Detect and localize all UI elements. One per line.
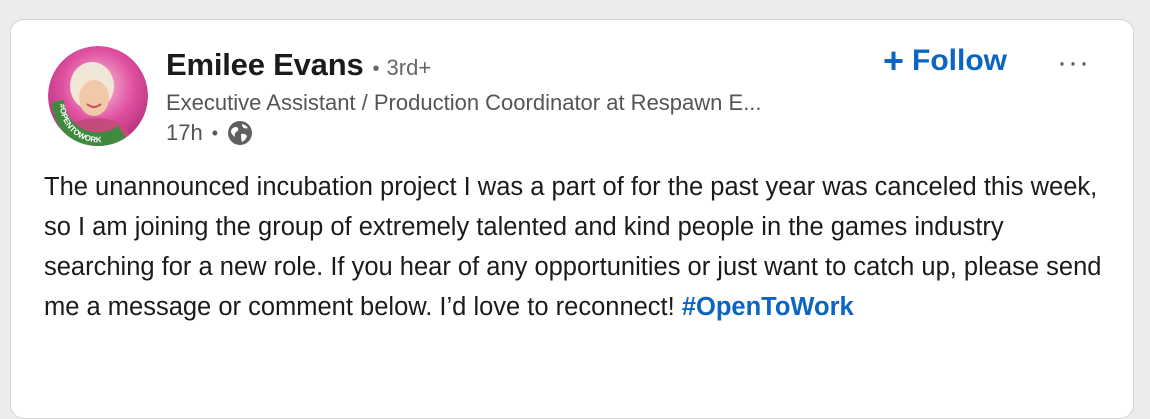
post-body: The unannounced incubation project I was… [44, 167, 1104, 327]
globe-icon [226, 119, 254, 147]
follow-label: Follow [912, 44, 1008, 77]
post-card: #OPENTOWORK Emilee Evans • 3rd+ Executiv… [10, 19, 1134, 419]
author-name[interactable]: Emilee Evans [166, 47, 364, 83]
connection-degree: 3rd+ [386, 55, 432, 80]
avatar-image: #OPENTOWORK [48, 46, 148, 146]
author-headline[interactable]: Executive Assistant / Production Coordin… [166, 90, 762, 116]
follow-button[interactable]: + Follow [883, 43, 1007, 79]
separator-dot: • [211, 122, 219, 143]
hashtag-link[interactable]: #OpenToWork [682, 293, 854, 321]
separator-dot: • [372, 58, 380, 80]
post-meta: 17h • [166, 119, 254, 147]
post-time: 17h [166, 120, 203, 145]
author-avatar[interactable]: #OPENTOWORK [48, 46, 148, 146]
more-options-icon[interactable]: ··· [1057, 46, 1090, 80]
plus-icon: + [883, 40, 905, 81]
post-text: The unannounced incubation project I was… [44, 173, 1102, 321]
author-name-row: Emilee Evans • 3rd+ [166, 47, 431, 83]
